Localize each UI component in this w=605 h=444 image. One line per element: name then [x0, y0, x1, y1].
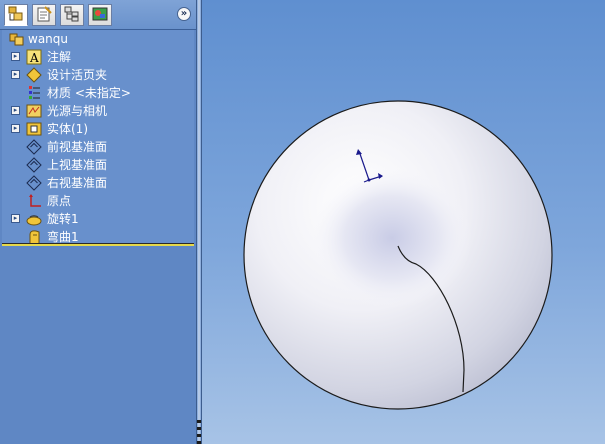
splitter-grip-icon[interactable]: [197, 420, 201, 444]
tree-item-label: 光源与相机: [47, 104, 108, 118]
tree-item-design-binder[interactable]: ▸ 设计活页夹: [2, 66, 194, 84]
lights-cameras-icon: [25, 103, 42, 119]
solid-bodies-icon: [25, 121, 42, 137]
tree-item-annotations[interactable]: ▸ A 注解: [2, 48, 194, 66]
tree-item-lights-cameras[interactable]: ▸ 光源与相机: [2, 102, 194, 120]
plane-icon: [25, 139, 42, 155]
tab-property-manager[interactable]: [32, 4, 56, 26]
revolve-icon: [25, 211, 42, 227]
expand-icon[interactable]: ▸: [11, 52, 20, 61]
tree-item-label: 旋转1: [47, 212, 79, 226]
tree-root[interactable]: wanqu: [2, 30, 194, 48]
feature-tree-icon: [7, 5, 25, 26]
property-manager-icon: [35, 5, 53, 26]
plane-icon: [25, 175, 42, 191]
tree-item-label: 右视基准面: [47, 176, 108, 190]
configuration-manager-icon: [63, 5, 81, 26]
tree-item-label: 前视基准面: [47, 140, 108, 154]
panel-tab-bar: »: [0, 0, 196, 30]
panel-empty-area: [2, 247, 194, 444]
tree-item-revolve[interactable]: ▸ 旋转1: [2, 210, 194, 228]
svg-text:A: A: [29, 51, 39, 65]
tree-item-origin[interactable]: 原点: [2, 192, 194, 210]
display-manager-icon: [91, 5, 109, 26]
plane-icon: [25, 157, 42, 173]
flexed-torus-model[interactable]: [243, 100, 553, 410]
tree-item-label: 原点: [47, 194, 72, 208]
tree-item-label: 材质 <未指定>: [47, 86, 131, 100]
material-icon: [25, 85, 42, 101]
annotations-icon: A: [25, 49, 42, 65]
tree-item-top-plane[interactable]: 上视基准面: [2, 156, 194, 174]
design-binder-icon: [25, 67, 42, 83]
origin-icon: [25, 193, 42, 209]
tree-item-label: 注解: [47, 50, 72, 64]
tree-item-material[interactable]: 材质 <未指定>: [2, 84, 194, 102]
expand-icon[interactable]: ▸: [11, 214, 20, 223]
part-icon: [8, 31, 25, 47]
tree-item-label: 设计活页夹: [47, 68, 108, 82]
tab-feature-manager[interactable]: [4, 4, 28, 26]
tree-item-label: 上视基准面: [47, 158, 108, 172]
tree-item-front-plane[interactable]: 前视基准面: [2, 138, 194, 156]
tree-item-solid-bodies[interactable]: ▸ 实体(1): [2, 120, 194, 138]
expand-icon[interactable]: ▸: [11, 70, 20, 79]
graphics-viewport[interactable]: [202, 0, 605, 444]
tab-display-manager[interactable]: [88, 4, 112, 26]
rollback-bar[interactable]: [2, 243, 194, 246]
feature-manager-panel: » wanqu ▸ A 注解 ▸ 设计活页夹 材质 <未指定> ▸ 光源与相机 …: [0, 0, 196, 444]
tree-item-label: 实体(1): [47, 122, 88, 136]
expand-icon[interactable]: ▸: [11, 124, 20, 133]
double-chevron-right-icon: »: [180, 8, 188, 19]
tree-root-label: wanqu: [28, 32, 68, 46]
collapse-panel-button[interactable]: »: [177, 7, 191, 21]
feature-tree: wanqu ▸ A 注解 ▸ 设计活页夹 材质 <未指定> ▸ 光源与相机 ▸ …: [2, 30, 194, 245]
tree-item-right-plane[interactable]: 右视基准面: [2, 174, 194, 192]
tab-configuration-manager[interactable]: [60, 4, 84, 26]
expand-icon[interactable]: ▸: [11, 106, 20, 115]
